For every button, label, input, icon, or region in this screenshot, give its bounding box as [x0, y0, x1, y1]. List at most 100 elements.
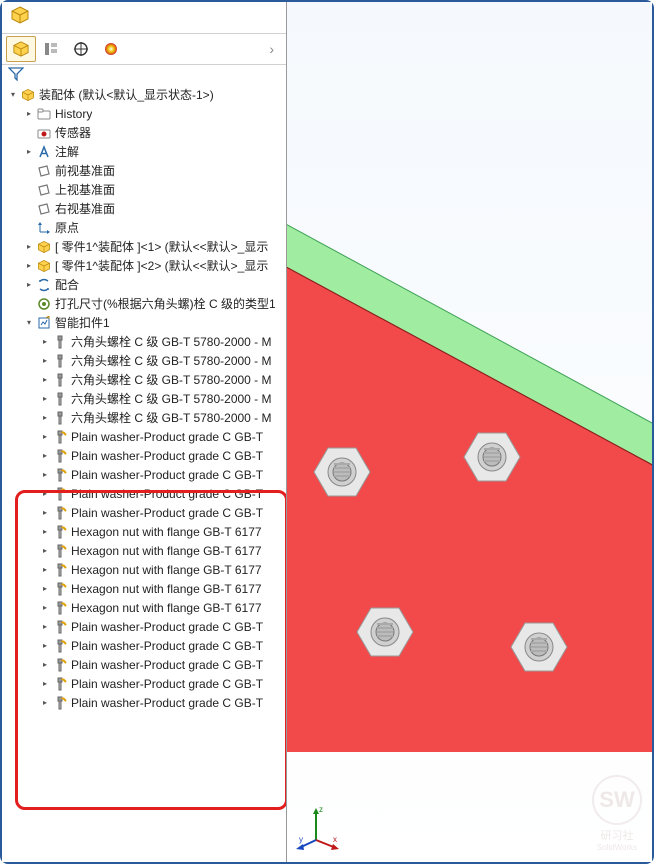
tree-item-label: Hexagon nut with flange GB-T 6177 [71, 563, 262, 577]
expand-toggle[interactable]: ▸ [40, 508, 50, 518]
property-manager-tab[interactable] [36, 36, 66, 62]
tree-item[interactable]: ▸ 六角头螺栓 C 级 GB-T 5780-2000 - M [4, 351, 286, 370]
tree-item[interactable]: ▸ Plain washer-Product grade C GB-T [4, 446, 286, 465]
expand-toggle[interactable]: ▸ [24, 147, 34, 157]
bolt-icon [52, 334, 68, 350]
view-triad[interactable]: z x y [291, 800, 341, 850]
expand-toggle[interactable]: ▸ [40, 375, 50, 385]
tree-item-label: 六角头螺栓 C 级 GB-T 5780-2000 - M [71, 352, 272, 369]
expand-toggle[interactable]: ▸ [40, 546, 50, 556]
tree-item-label: 打孔尺寸(%根据六角头螺)栓 C 级的类型1 [55, 295, 276, 312]
history-folder-icon [36, 106, 52, 122]
dimxpert-manager-tab[interactable] [96, 36, 126, 62]
tree-item[interactable]: 传感器 [4, 123, 286, 142]
expand-toggle[interactable] [24, 166, 34, 176]
filter-icon[interactable] [8, 67, 24, 81]
svg-text:y: y [299, 835, 303, 844]
expand-toggle[interactable]: ▸ [40, 527, 50, 537]
graphics-viewport[interactable]: z x y SW 研习社 SolidWorks [287, 2, 652, 862]
tree-item-label: [ 零件1^装配体 ]<2> (默认<<默认>_显示 [55, 257, 268, 274]
tree-item[interactable]: 右视基准面 [4, 199, 286, 218]
expand-toggle[interactable]: ▸ [40, 432, 50, 442]
tree-item[interactable]: ▸ Plain washer-Product grade C GB-T [4, 636, 286, 655]
expand-toggle[interactable] [24, 204, 34, 214]
expand-toggle[interactable]: ▸ [40, 565, 50, 575]
tree-item[interactable]: 前视基准面 [4, 161, 286, 180]
assembly-doc-icon [10, 6, 30, 24]
washer-icon [52, 657, 68, 673]
expand-toggle[interactable]: ▸ [40, 641, 50, 651]
expand-toggle[interactable] [24, 185, 34, 195]
expand-toggle[interactable]: ▸ [24, 280, 34, 290]
expand-toggle[interactable]: ▸ [40, 489, 50, 499]
washer-icon [52, 676, 68, 692]
expand-toggle[interactable] [24, 299, 34, 309]
tree-item[interactable]: ▸ Hexagon nut with flange GB-T 6177 [4, 560, 286, 579]
expand-toggle[interactable]: ▸ [40, 470, 50, 480]
tree-item[interactable]: 原点 [4, 218, 286, 237]
expand-toggle[interactable]: ▸ [40, 356, 50, 366]
expand-toggle[interactable]: ▸ [40, 698, 50, 708]
bolt-icon [52, 410, 68, 426]
tree-item-label: Plain washer-Product grade C GB-T [71, 506, 263, 520]
tree-item[interactable]: ▸ Plain washer-Product grade C GB-T [4, 465, 286, 484]
washer-icon [52, 448, 68, 464]
expand-toggle[interactable]: ▸ [40, 622, 50, 632]
tree-item[interactable]: ▸ 注解 [4, 142, 286, 161]
tree-item[interactable]: ▸ 六角头螺栓 C 级 GB-T 5780-2000 - M [4, 370, 286, 389]
configuration-manager-tab[interactable] [66, 36, 96, 62]
nut-icon [52, 562, 68, 578]
feature-manager-tab[interactable] [6, 36, 36, 62]
tree-item-label: Plain washer-Product grade C GB-T [71, 639, 263, 653]
tree-item[interactable]: ▸ Plain washer-Product grade C GB-T [4, 655, 286, 674]
tree-item[interactable]: ▸ Plain washer-Product grade C GB-T [4, 427, 286, 446]
tree-item[interactable]: ▸ Plain washer-Product grade C GB-T [4, 674, 286, 693]
tree-item[interactable]: ▸ Plain washer-Product grade C GB-T [4, 484, 286, 503]
tree-item[interactable]: ▸ [ 零件1^装配体 ]<2> (默认<<默认>_显示 [4, 256, 286, 275]
washer-icon [52, 429, 68, 445]
expand-toggle[interactable]: ▾ [24, 318, 34, 328]
expand-toggle[interactable]: ▸ [40, 394, 50, 404]
nut-icon [52, 581, 68, 597]
tree-item-label: 配合 [55, 276, 79, 293]
tree-item[interactable]: ▸ Hexagon nut with flange GB-T 6177 [4, 522, 286, 541]
tree-item[interactable]: ▸ 六角头螺栓 C 级 GB-T 5780-2000 - M [4, 408, 286, 427]
nut-icon [52, 524, 68, 540]
expand-toggle[interactable]: ▸ [40, 584, 50, 594]
tree-item[interactable]: ▸ Hexagon nut with flange GB-T 6177 [4, 579, 286, 598]
expand-toggle[interactable]: ▾ [8, 90, 18, 100]
expand-toggle[interactable]: ▸ [40, 451, 50, 461]
feature-tree[interactable]: ▾ 装配体 (默认<默认_显示状态-1>) ▸ History 传感器 ▸ 注解… [2, 83, 286, 853]
tree-item[interactable]: ▾ 装配体 (默认<默认_显示状态-1>) [4, 85, 286, 104]
tree-item[interactable]: ▸ Plain washer-Product grade C GB-T [4, 503, 286, 522]
watermark: SW 研习社 SolidWorks [592, 775, 642, 852]
tree-item[interactable]: ▸ Hexagon nut with flange GB-T 6177 [4, 541, 286, 560]
expand-toggle[interactable]: ▸ [40, 679, 50, 689]
expand-toggle[interactable]: ▸ [40, 603, 50, 613]
expand-panel-icon[interactable]: › [261, 41, 282, 57]
expand-toggle[interactable]: ▸ [24, 242, 34, 252]
tree-item-label: Hexagon nut with flange GB-T 6177 [71, 544, 262, 558]
manager-tab-bar: › [2, 34, 286, 65]
expand-toggle[interactable] [24, 128, 34, 138]
expand-toggle[interactable]: ▸ [24, 261, 34, 271]
origin-icon [36, 220, 52, 236]
tree-item[interactable]: ▾ 智能扣件1 [4, 313, 286, 332]
tree-item[interactable]: ▸ History [4, 104, 286, 123]
expand-toggle[interactable]: ▸ [40, 337, 50, 347]
expand-toggle[interactable]: ▸ [24, 109, 34, 119]
tree-item[interactable]: ▸ 六角头螺栓 C 级 GB-T 5780-2000 - M [4, 332, 286, 351]
expand-toggle[interactable]: ▸ [40, 660, 50, 670]
tree-item[interactable]: ▸ 配合 [4, 275, 286, 294]
tree-item-label: 注解 [55, 143, 79, 160]
tree-item[interactable]: ▸ Plain washer-Product grade C GB-T [4, 617, 286, 636]
tree-item[interactable]: ▸ 六角头螺栓 C 级 GB-T 5780-2000 - M [4, 389, 286, 408]
expand-toggle[interactable]: ▸ [40, 413, 50, 423]
expand-toggle[interactable] [24, 223, 34, 233]
tree-item[interactable]: 打孔尺寸(%根据六角头螺)栓 C 级的类型1 [4, 294, 286, 313]
tree-item[interactable]: ▸ Plain washer-Product grade C GB-T [4, 693, 286, 712]
tree-item-label: Plain washer-Product grade C GB-T [71, 487, 263, 501]
tree-item[interactable]: 上视基准面 [4, 180, 286, 199]
tree-item[interactable]: ▸ [ 零件1^装配体 ]<1> (默认<<默认>_显示 [4, 237, 286, 256]
tree-item[interactable]: ▸ Hexagon nut with flange GB-T 6177 [4, 598, 286, 617]
